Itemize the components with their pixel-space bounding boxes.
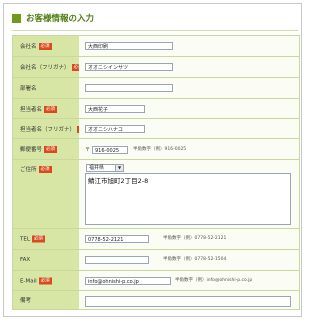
- company-input[interactable]: 大西印刷: [85, 42, 173, 50]
- row-tel: TEL 必須 0778-52-2121 半角数字（例）0778-52-2121: [13, 229, 299, 250]
- label-person-kana: 担当者名（フリガナ）: [20, 126, 76, 133]
- person-input[interactable]: 大西花子: [85, 105, 145, 113]
- label-tel: TEL: [20, 236, 30, 243]
- required-badge: 必須: [38, 277, 52, 284]
- person-kana-input[interactable]: オオニシハナコ: [85, 125, 145, 133]
- row-remarks: 備考: [13, 291, 299, 309]
- remarks-textarea[interactable]: [85, 296, 291, 307]
- zip-hint: 半角数字（例）916-0025: [133, 147, 187, 152]
- label-company: 会社名: [20, 44, 37, 50]
- row-fax: FAX 半角数字（例）0778-52-1504: [13, 250, 299, 271]
- label-department: 部署名: [20, 86, 37, 92]
- row-company: 会社名 必須 大西印刷: [13, 36, 299, 57]
- tel-input[interactable]: 0778-52-2121: [85, 235, 149, 243]
- chevron-down-icon: ▼: [115, 165, 123, 171]
- row-person-kana: 担当者名（フリガナ）必須 オオニシハナコ: [13, 119, 299, 139]
- required-badge: 必須: [44, 146, 58, 153]
- row-zip: 郵便番号 必須 〒 916-0025 半角数字（例）916-0025: [13, 139, 299, 160]
- label-remarks: 備考: [20, 298, 32, 304]
- label-person: 担当者名: [20, 106, 43, 113]
- required-badge: 必須: [38, 43, 52, 50]
- address-textarea[interactable]: 鯖江市旭町2丁目2-8: [85, 173, 291, 225]
- prefecture-value: 福井県: [89, 165, 105, 171]
- tel-hint: 半角数字（例）0778-52-2121: [163, 236, 227, 241]
- row-company-kana: 会社名（フリガナ）必須 オオニシインサツ: [13, 57, 299, 78]
- zip-prefix: 〒: [85, 147, 91, 153]
- prefecture-select[interactable]: 福井県 ▼: [86, 164, 124, 172]
- label-address: ご住所: [20, 167, 37, 173]
- header-divider: [12, 30, 298, 31]
- required-badge: 必須: [31, 235, 45, 243]
- label-zip: 郵便番号: [20, 147, 43, 153]
- square-bullet-icon: [12, 14, 21, 23]
- company-kana-input[interactable]: オオニシインサツ: [85, 63, 173, 71]
- email-hint: 半角数字（例）info@ohnishi-p.co.jp: [175, 278, 253, 283]
- label-company-kana: 会社名（フリガナ）: [20, 65, 70, 71]
- required-badge: 必須: [38, 166, 52, 173]
- fax-input[interactable]: [85, 256, 149, 264]
- department-input[interactable]: [85, 84, 173, 92]
- section-header: お客様情報の入力: [12, 12, 298, 26]
- row-department: 部署名: [13, 78, 299, 99]
- fax-hint: 半角数字（例）0778-52-1504: [163, 257, 227, 262]
- row-email: E-Mail 必須 info@ohnishi-p.co.jp 半角数字（例）inf…: [13, 271, 299, 291]
- form-frame: お客様情報の入力 会社名必須 大西印刷 会社名（フリガナ）必須 オオニシインサツ…: [3, 3, 302, 317]
- required-badge: 必須: [44, 105, 58, 113]
- row-address: ご住所 必須 福井県 ▼ 鯖江市旭町2丁目2-8: [13, 160, 299, 229]
- row-person: 担当者名 必須 大西花子: [13, 99, 299, 119]
- label-fax: FAX: [20, 257, 31, 263]
- customer-info-form: 会社名必須 大西印刷 会社名（フリガナ）必須 オオニシインサツ 部署名: [12, 35, 300, 310]
- email-input[interactable]: info@ohnishi-p.co.jp: [85, 277, 171, 285]
- section-title: お客様情報の入力: [26, 14, 95, 24]
- zip-input[interactable]: 916-0025: [92, 146, 128, 154]
- label-email: E-Mail: [20, 278, 37, 284]
